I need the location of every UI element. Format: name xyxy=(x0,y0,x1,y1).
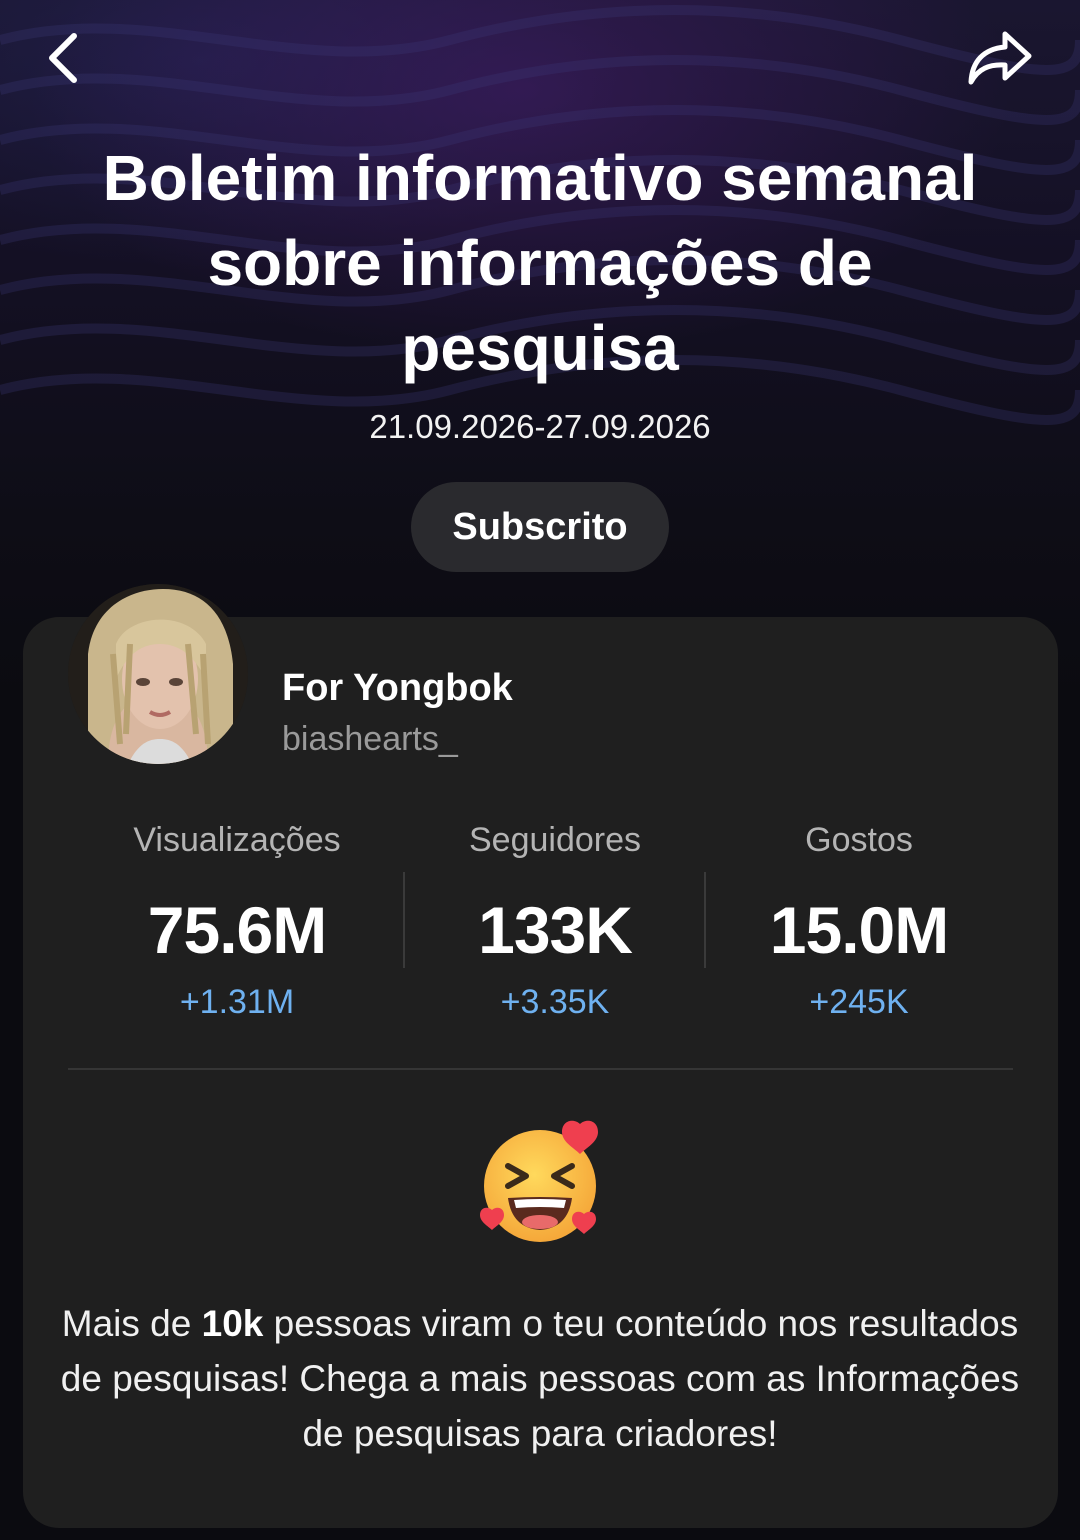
top-bar xyxy=(0,0,1080,120)
message-highlight: 10k xyxy=(201,1303,264,1344)
weekly-report-screen: Boletim informativo semanal sobre inform… xyxy=(0,0,1080,1540)
insight-message: Mais de 10k pessoas viram o teu conteúdo… xyxy=(50,1296,1030,1461)
date-range: 21.09.2026-27.09.2026 xyxy=(369,408,711,445)
stat-delta-likes: +245K xyxy=(809,983,909,1021)
profile-name[interactable]: For Yongbok xyxy=(282,664,513,712)
share-arrow-icon xyxy=(968,31,1032,85)
stat-value-followers: 133K xyxy=(478,893,633,967)
chevron-left-icon xyxy=(49,33,77,83)
stat-delta-views: +1.31M xyxy=(179,983,295,1021)
avatar-photo xyxy=(68,584,248,764)
stat-label-views: Visualizações xyxy=(133,821,341,859)
stat-label-likes: Gostos xyxy=(805,821,913,859)
stat-value-views: 75.6M xyxy=(147,893,327,967)
share-button[interactable] xyxy=(962,22,1038,94)
message-text-before: Mais de xyxy=(61,1303,202,1344)
avatar[interactable] xyxy=(68,584,248,764)
laughing-face-with-hearts-emoji xyxy=(480,1120,598,1242)
back-button[interactable] xyxy=(30,26,94,90)
stat-value-likes: 15.0M xyxy=(769,893,949,967)
stat-label-followers: Seguidores xyxy=(468,821,641,859)
profile-handle: biashearts_ xyxy=(282,720,458,758)
subscribed-button[interactable]: Subscrito xyxy=(411,482,669,572)
section-divider xyxy=(68,1068,1013,1070)
page-title: Boletim informativo semanal sobre inform… xyxy=(102,142,978,384)
stat-delta-followers: +3.35K xyxy=(500,983,610,1021)
